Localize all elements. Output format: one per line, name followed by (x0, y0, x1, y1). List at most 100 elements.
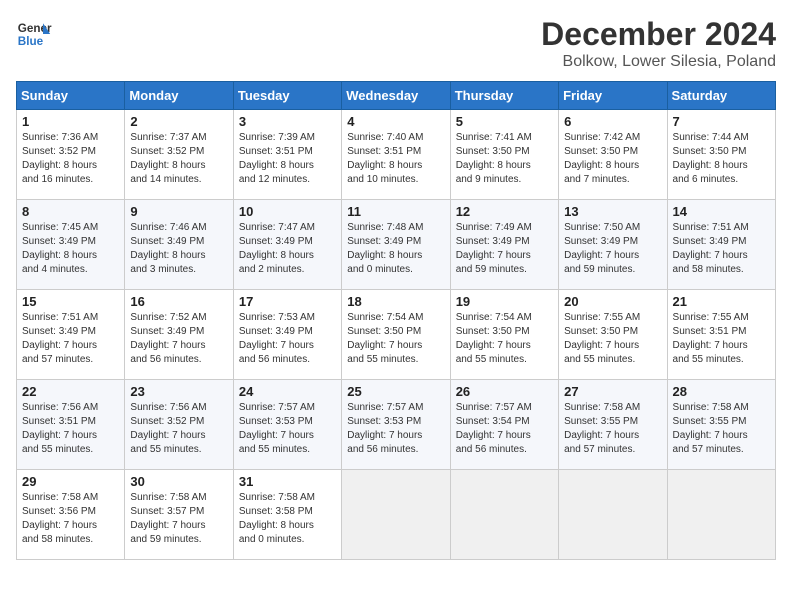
day-info: Sunrise: 7:55 AM Sunset: 3:50 PM Dayligh… (564, 311, 661, 367)
calendar-week-row: 29 Sunrise: 7:58 AM Sunset: 3:56 PM Dayli… (17, 470, 776, 560)
calendar-cell: 18 Sunrise: 7:54 AM Sunset: 3:50 PM Dayli… (342, 290, 450, 380)
day-info: Sunrise: 7:42 AM Sunset: 3:50 PM Dayligh… (564, 131, 661, 187)
calendar-table: SundayMondayTuesdayWednesdayThursdayFrid… (16, 81, 776, 560)
day-info: Sunrise: 7:58 AM Sunset: 3:58 PM Dayligh… (239, 491, 336, 547)
calendar-cell: 26 Sunrise: 7:57 AM Sunset: 3:54 PM Dayli… (450, 380, 558, 470)
calendar-cell: 25 Sunrise: 7:57 AM Sunset: 3:53 PM Dayli… (342, 380, 450, 470)
page-header: General Blue December 2024 Bolkow, Lower… (16, 16, 776, 71)
calendar-cell (450, 470, 558, 560)
day-number: 31 (239, 474, 336, 489)
calendar-cell: 6 Sunrise: 7:42 AM Sunset: 3:50 PM Daylig… (559, 110, 667, 200)
day-number: 17 (239, 294, 336, 309)
calendar-cell: 23 Sunrise: 7:56 AM Sunset: 3:52 PM Dayli… (125, 380, 233, 470)
weekday-header-tuesday: Tuesday (233, 82, 341, 110)
weekday-header-friday: Friday (559, 82, 667, 110)
day-info: Sunrise: 7:40 AM Sunset: 3:51 PM Dayligh… (347, 131, 444, 187)
day-info: Sunrise: 7:56 AM Sunset: 3:52 PM Dayligh… (130, 401, 227, 457)
calendar-cell: 1Sunrise: 7:36 AM Sunset: 3:52 PM Daylig… (17, 110, 125, 200)
day-number: 7 (673, 114, 770, 129)
day-number: 11 (347, 204, 444, 219)
day-number: 3 (239, 114, 336, 129)
day-number: 4 (347, 114, 444, 129)
day-number: 25 (347, 384, 444, 399)
calendar-cell: 17 Sunrise: 7:53 AM Sunset: 3:49 PM Dayli… (233, 290, 341, 380)
weekday-header-wednesday: Wednesday (342, 82, 450, 110)
day-info: Sunrise: 7:54 AM Sunset: 3:50 PM Dayligh… (347, 311, 444, 367)
day-number: 28 (673, 384, 770, 399)
weekday-header-monday: Monday (125, 82, 233, 110)
day-info: Sunrise: 7:47 AM Sunset: 3:49 PM Dayligh… (239, 221, 336, 277)
day-number: 14 (673, 204, 770, 219)
calendar-cell: 30Sunrise: 7:58 AM Sunset: 3:57 PM Dayli… (125, 470, 233, 560)
calendar-cell: 3 Sunrise: 7:39 AM Sunset: 3:51 PM Daylig… (233, 110, 341, 200)
day-number: 15 (22, 294, 119, 309)
day-number: 9 (130, 204, 227, 219)
weekday-header-saturday: Saturday (667, 82, 775, 110)
day-number: 5 (456, 114, 553, 129)
day-info: Sunrise: 7:57 AM Sunset: 3:53 PM Dayligh… (239, 401, 336, 457)
calendar-cell: 15 Sunrise: 7:51 AM Sunset: 3:49 PM Dayli… (17, 290, 125, 380)
day-number: 6 (564, 114, 661, 129)
day-number: 8 (22, 204, 119, 219)
day-number: 29 (22, 474, 119, 489)
day-number: 13 (564, 204, 661, 219)
day-info: Sunrise: 7:41 AM Sunset: 3:50 PM Dayligh… (456, 131, 553, 187)
month-title: December 2024 (541, 16, 776, 53)
calendar-cell: 11Sunrise: 7:48 AM Sunset: 3:49 PM Dayli… (342, 200, 450, 290)
day-number: 1 (22, 114, 119, 129)
day-info: Sunrise: 7:51 AM Sunset: 3:49 PM Dayligh… (673, 221, 770, 277)
day-info: Sunrise: 7:51 AM Sunset: 3:49 PM Dayligh… (22, 311, 119, 367)
calendar-header-row: SundayMondayTuesdayWednesdayThursdayFrid… (17, 82, 776, 110)
day-info: Sunrise: 7:57 AM Sunset: 3:54 PM Dayligh… (456, 401, 553, 457)
day-info: Sunrise: 7:55 AM Sunset: 3:51 PM Dayligh… (673, 311, 770, 367)
day-info: Sunrise: 7:37 AM Sunset: 3:52 PM Dayligh… (130, 131, 227, 187)
calendar-cell (559, 470, 667, 560)
calendar-cell: 31 Sunrise: 7:58 AM Sunset: 3:58 PM Dayli… (233, 470, 341, 560)
calendar-cell: 7 Sunrise: 7:44 AM Sunset: 3:50 PM Daylig… (667, 110, 775, 200)
calendar-week-row: 15 Sunrise: 7:51 AM Sunset: 3:49 PM Dayli… (17, 290, 776, 380)
day-number: 18 (347, 294, 444, 309)
day-info: Sunrise: 7:57 AM Sunset: 3:53 PM Dayligh… (347, 401, 444, 457)
day-number: 19 (456, 294, 553, 309)
calendar-week-row: 8Sunrise: 7:45 AM Sunset: 3:49 PM Daylig… (17, 200, 776, 290)
calendar-cell: 19 Sunrise: 7:54 AM Sunset: 3:50 PM Dayli… (450, 290, 558, 380)
calendar-cell: 24Sunrise: 7:57 AM Sunset: 3:53 PM Dayli… (233, 380, 341, 470)
calendar-cell: 2Sunrise: 7:37 AM Sunset: 3:52 PM Daylig… (125, 110, 233, 200)
day-info: Sunrise: 7:44 AM Sunset: 3:50 PM Dayligh… (673, 131, 770, 187)
day-info: Sunrise: 7:54 AM Sunset: 3:50 PM Dayligh… (456, 311, 553, 367)
calendar-cell (667, 470, 775, 560)
svg-text:Blue: Blue (18, 35, 44, 48)
calendar-cell: 14 Sunrise: 7:51 AM Sunset: 3:49 PM Dayli… (667, 200, 775, 290)
calendar-cell: 10Sunrise: 7:47 AM Sunset: 3:49 PM Dayli… (233, 200, 341, 290)
day-info: Sunrise: 7:49 AM Sunset: 3:49 PM Dayligh… (456, 221, 553, 277)
calendar-week-row: 22Sunrise: 7:56 AM Sunset: 3:51 PM Dayli… (17, 380, 776, 470)
day-info: Sunrise: 7:46 AM Sunset: 3:49 PM Dayligh… (130, 221, 227, 277)
calendar-cell: 12 Sunrise: 7:49 AM Sunset: 3:49 PM Dayli… (450, 200, 558, 290)
day-number: 26 (456, 384, 553, 399)
calendar-cell: 29 Sunrise: 7:58 AM Sunset: 3:56 PM Dayli… (17, 470, 125, 560)
calendar-body: 1Sunrise: 7:36 AM Sunset: 3:52 PM Daylig… (17, 110, 776, 560)
title-block: December 2024 Bolkow, Lower Silesia, Pol… (541, 16, 776, 71)
calendar-cell: 4 Sunrise: 7:40 AM Sunset: 3:51 PM Daylig… (342, 110, 450, 200)
day-number: 23 (130, 384, 227, 399)
day-info: Sunrise: 7:53 AM Sunset: 3:49 PM Dayligh… (239, 311, 336, 367)
weekday-header-thursday: Thursday (450, 82, 558, 110)
day-info: Sunrise: 7:39 AM Sunset: 3:51 PM Dayligh… (239, 131, 336, 187)
calendar-cell: 8Sunrise: 7:45 AM Sunset: 3:49 PM Daylig… (17, 200, 125, 290)
weekday-header-sunday: Sunday (17, 82, 125, 110)
day-number: 12 (456, 204, 553, 219)
day-info: Sunrise: 7:58 AM Sunset: 3:57 PM Dayligh… (130, 491, 227, 547)
day-info: Sunrise: 7:52 AM Sunset: 3:49 PM Dayligh… (130, 311, 227, 367)
location-title: Bolkow, Lower Silesia, Poland (541, 53, 776, 71)
calendar-cell: 27 Sunrise: 7:58 AM Sunset: 3:55 PM Dayli… (559, 380, 667, 470)
calendar-cell (342, 470, 450, 560)
calendar-cell: 28Sunrise: 7:58 AM Sunset: 3:55 PM Dayli… (667, 380, 775, 470)
calendar-cell: 5 Sunrise: 7:41 AM Sunset: 3:50 PM Daylig… (450, 110, 558, 200)
calendar-cell: 16 Sunrise: 7:52 AM Sunset: 3:49 PM Dayli… (125, 290, 233, 380)
logo: General Blue (16, 16, 52, 52)
day-info: Sunrise: 7:58 AM Sunset: 3:56 PM Dayligh… (22, 491, 119, 547)
day-number: 27 (564, 384, 661, 399)
day-number: 22 (22, 384, 119, 399)
day-number: 16 (130, 294, 227, 309)
day-info: Sunrise: 7:58 AM Sunset: 3:55 PM Dayligh… (564, 401, 661, 457)
